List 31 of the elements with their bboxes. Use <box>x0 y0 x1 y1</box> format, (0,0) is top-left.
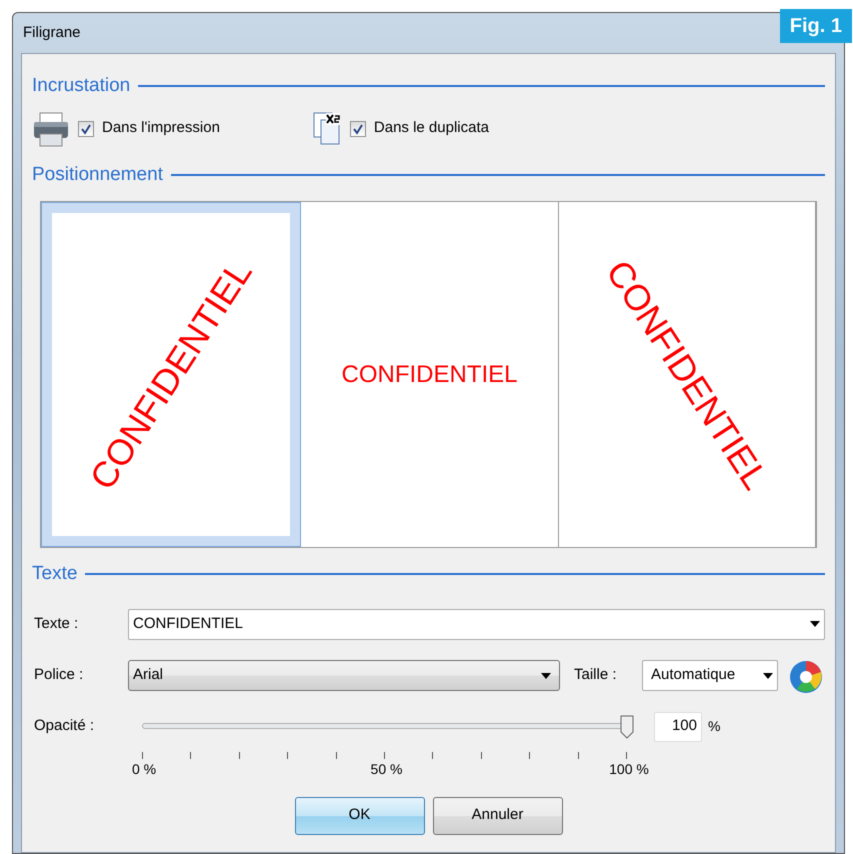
tick-label: 50 % <box>370 760 402 778</box>
opacity-value-field[interactable]: 100 <box>654 712 702 742</box>
font-dropdown[interactable]: Arial <box>128 660 560 691</box>
printer-icon <box>32 110 70 146</box>
section-heading: Incrustation <box>32 74 130 98</box>
text-combo-box[interactable]: CONFIDENTIEL <box>128 608 825 640</box>
dropdown-arrow-icon <box>810 621 820 627</box>
checkbox-label: Dans l'impression <box>102 118 220 138</box>
section-heading: Texte <box>32 562 78 586</box>
section-heading: Positionnement <box>32 162 163 186</box>
checkbox[interactable] <box>350 120 366 136</box>
field-label: Texte : <box>33 614 80 634</box>
field-label: Taille : <box>574 665 618 686</box>
window-title: Filigrane <box>23 22 81 43</box>
ok-button[interactable]: OK <box>294 796 424 834</box>
field-label: Opacité : <box>33 716 96 736</box>
checkbox[interactable] <box>78 120 94 136</box>
duplicate-pages-icon <box>312 110 342 146</box>
slider-thumb[interactable] <box>620 714 634 738</box>
cancel-button[interactable]: Annuler <box>432 796 562 834</box>
checkbox-label: Dans le duplicata <box>374 118 489 138</box>
unit-label: % <box>708 717 720 736</box>
tick-label: 0 % <box>132 760 156 778</box>
field-label: Police : <box>33 665 84 686</box>
figure-label: Fig. 1 <box>780 9 852 43</box>
position-option[interactable]: CONFIDENTIEL <box>301 202 559 547</box>
tick-label: 100 % <box>609 760 649 778</box>
dropdown-arrow-icon <box>541 672 551 678</box>
watermark-text: CONFIDENTIEL <box>341 360 518 390</box>
size-dropdown[interactable]: Automatique <box>642 660 778 691</box>
dropdown-arrow-icon <box>763 672 773 678</box>
